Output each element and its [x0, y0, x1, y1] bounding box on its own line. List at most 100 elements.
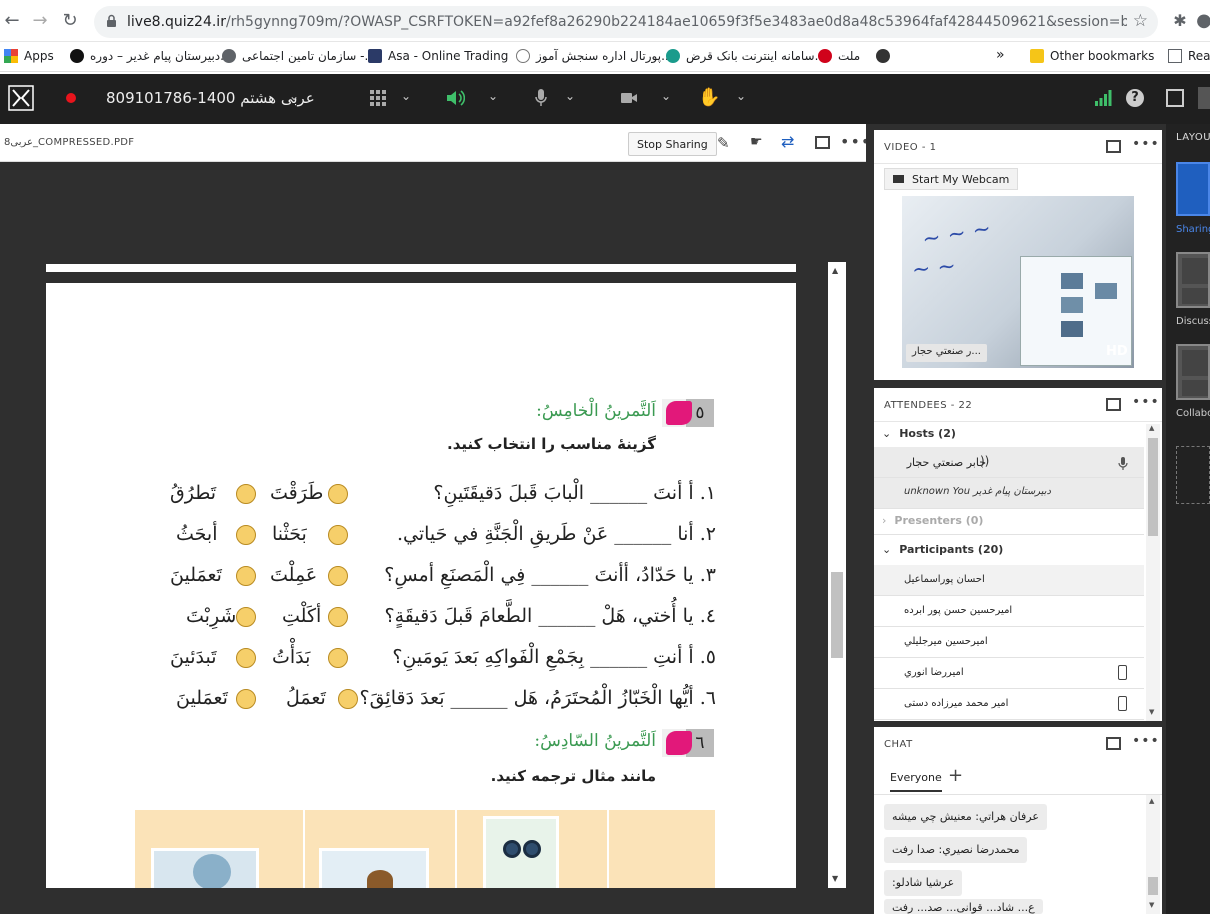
speaker-icon[interactable]: [445, 89, 465, 107]
site-favicon: [516, 49, 530, 63]
add-chat-tab-icon[interactable]: +: [948, 765, 963, 786]
scroll-down-arrow-icon[interactable]: ▼: [832, 874, 838, 883]
attendee-row[interactable]: امیر محمد میرزاده دستی: [874, 689, 1144, 720]
scrollbar-thumb[interactable]: [1148, 877, 1158, 895]
option-radio[interactable]: [328, 484, 348, 504]
attendee-scrollbar[interactable]: ▲ ▼: [1146, 424, 1160, 721]
option-radio[interactable]: [236, 525, 256, 545]
illustration-figure: [193, 854, 231, 888]
layout-collaboration-thumb[interactable]: [1176, 344, 1210, 400]
option-b-label: تَطرُقُ: [170, 482, 217, 504]
exercise-6-badge: ٦: [662, 729, 714, 757]
site-favicon: [666, 49, 680, 63]
layouts-title: LAYOU: [1176, 132, 1210, 143]
fullscreen-pod-icon[interactable]: [1106, 398, 1121, 411]
layout-discussion-thumb[interactable]: [1176, 252, 1210, 308]
fullscreen-pod-icon[interactable]: [1106, 737, 1121, 750]
presenters-group-label: Presenters (0): [894, 514, 984, 527]
attendee-row[interactable]: اميرحسين ميرجليلي: [874, 627, 1144, 658]
microphone-icon[interactable]: [534, 88, 548, 108]
pod-menu-icon[interactable]: •••: [1132, 733, 1160, 749]
exercise-5-instruction: گزينهٔ مناسب را انتخاب كنيد.: [447, 435, 656, 453]
scrollbar-thumb[interactable]: [831, 572, 843, 658]
chat-tab-everyone[interactable]: Everyone: [890, 771, 942, 792]
option-radio[interactable]: [328, 607, 348, 627]
back-icon[interactable]: ←: [0, 9, 24, 33]
profile-icon[interactable]: ●: [1192, 9, 1210, 33]
scroll-up-arrow-icon[interactable]: ▲: [1149, 797, 1154, 805]
exercise-flower-icon: [666, 731, 692, 755]
pointer-hand-icon[interactable]: ☛: [750, 134, 763, 150]
option-radio[interactable]: [328, 648, 348, 668]
attendee-row[interactable]: اميرحسين حسن پور ابرده: [874, 596, 1144, 627]
attendee-row[interactable]: اميررضا انوري: [874, 658, 1144, 689]
bookmark-payam-ghadir[interactable]: دبیرستان پیام غدیر – دوره...: [70, 49, 232, 63]
pod-menu-icon[interactable]: •••: [1132, 136, 1160, 152]
more-icon[interactable]: [1198, 87, 1210, 109]
forward-icon[interactable]: →: [28, 9, 52, 33]
bookmark-sanjesh[interactable]: پورتال اداره سنجش آموز...: [516, 49, 673, 63]
bookmark-extra[interactable]: [876, 49, 896, 63]
bookmark-gharz[interactable]: سامانه اینترنت بانک قرض...: [666, 49, 826, 63]
attendee-row[interactable]: دبیرستان پیام غدیر unknown You: [874, 478, 1144, 509]
apps-grid-icon[interactable]: [370, 90, 386, 106]
bookmark-asa[interactable]: Asa - Online Trading: [368, 49, 508, 63]
apps-chevron-icon[interactable]: ⌄: [401, 89, 411, 103]
option-b-label: تَعمَلينَ: [176, 687, 228, 709]
adobe-connect-logo-icon[interactable]: [8, 85, 34, 111]
meeting-menu-chevron-icon[interactable]: ⌄: [289, 89, 299, 103]
option-radio[interactable]: [338, 689, 358, 709]
fullscreen-pod-icon[interactable]: [1106, 140, 1121, 153]
bookmark-mellat[interactable]: ملت: [818, 49, 860, 63]
reload-icon[interactable]: ↻: [58, 9, 82, 33]
option-radio[interactable]: [236, 484, 256, 504]
raise-hand-icon[interactable]: ✋: [698, 87, 720, 108]
camera-chevron-icon[interactable]: ⌄: [661, 89, 671, 103]
option-radio[interactable]: [236, 607, 256, 627]
scrollbar-thumb[interactable]: [1148, 438, 1158, 536]
previous-page-edge: [46, 264, 796, 272]
scroll-down-arrow-icon[interactable]: ▼: [1149, 708, 1154, 716]
microphone-chevron-icon[interactable]: ⌄: [565, 89, 575, 103]
option-radio[interactable]: [328, 525, 348, 545]
speaker-chevron-icon[interactable]: ⌄: [488, 89, 498, 103]
option-radio[interactable]: [236, 689, 256, 709]
chat-scrollbar[interactable]: ▲ ▼: [1146, 795, 1160, 914]
video-handwriting: ~ ~: [910, 253, 958, 284]
scroll-up-arrow-icon[interactable]: ▲: [1149, 424, 1154, 432]
stop-sharing-button[interactable]: Stop Sharing: [628, 132, 717, 156]
fullscreen-icon[interactable]: [1166, 89, 1184, 107]
participants-group-toggle[interactable]: ⌄ Participants (20): [882, 543, 1003, 556]
more-bookmarks-chevron[interactable]: »: [996, 47, 1005, 63]
attendee-row[interactable]: احسان پوراسماعيل: [874, 565, 1144, 596]
connection-strength-icon: [1095, 90, 1112, 106]
pod-menu-icon[interactable]: •••: [1132, 394, 1160, 410]
bookmark-label: سامانه اینترنت بانک قرض...: [686, 49, 826, 63]
bookmark-tamin[interactable]: سازمان تامین اجتماعی -...: [222, 49, 376, 63]
draw-pencil-icon[interactable]: ✎: [717, 134, 730, 152]
address-bar[interactable]: live8.quiz24.ir/rh5gynng709m/?OWASP_CSRF…: [94, 6, 1158, 38]
sync-arrows-icon[interactable]: ⇄: [781, 132, 794, 151]
option-radio[interactable]: [236, 566, 256, 586]
layout-sharing-thumb[interactable]: [1176, 162, 1210, 216]
hosts-group-toggle[interactable]: ⌄ Hosts (2): [882, 427, 956, 440]
bookmark-reading-list[interactable]: Rea: [1168, 49, 1210, 63]
camera-icon[interactable]: [620, 91, 638, 105]
new-layout-placeholder[interactable]: [1176, 446, 1210, 504]
extensions-icon[interactable]: ✱: [1168, 9, 1192, 33]
scroll-down-arrow-icon[interactable]: ▼: [1149, 901, 1154, 909]
option-radio[interactable]: [328, 566, 348, 586]
help-icon[interactable]: ?: [1126, 89, 1144, 107]
bookmark-other[interactable]: Other bookmarks: [1030, 49, 1154, 63]
bookmark-star-icon[interactable]: ☆: [1133, 11, 1148, 31]
option-radio[interactable]: [236, 648, 256, 668]
question-1: ١. أ أنتَ ______ الْبابَ قَبلَ دَقيقَتَي…: [433, 482, 716, 504]
scroll-up-arrow-icon[interactable]: ▲: [832, 266, 838, 275]
status-chevron-icon[interactable]: ⌄: [736, 89, 746, 103]
bookmark-apps[interactable]: Apps: [4, 49, 54, 63]
fullscreen-pod-icon[interactable]: [815, 136, 830, 149]
start-webcam-button[interactable]: Start My Webcam: [884, 168, 1019, 190]
presenters-group-toggle[interactable]: › Presenters (0): [882, 514, 983, 527]
document-scrollbar[interactable]: ▲ ▼: [828, 262, 846, 888]
attendee-row[interactable]: جابر صنعتي حجار )): [874, 447, 1144, 478]
